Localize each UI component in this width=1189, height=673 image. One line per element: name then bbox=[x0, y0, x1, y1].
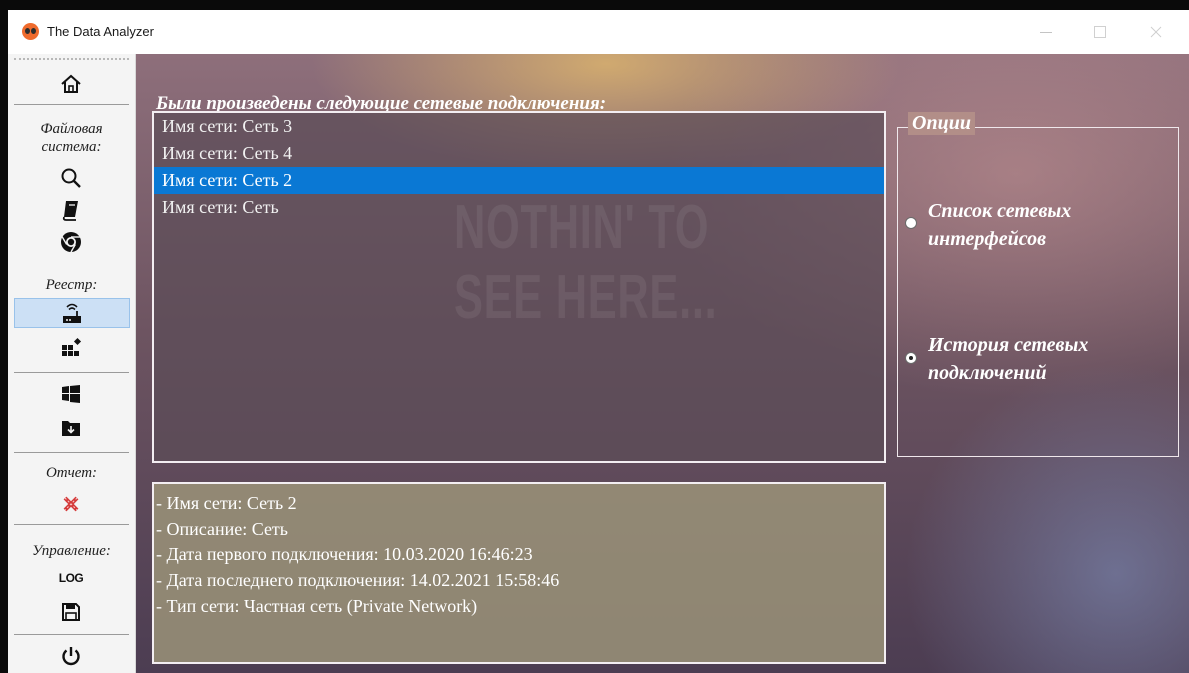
search-button[interactable] bbox=[14, 164, 128, 192]
title-bar: The Data Analyzer bbox=[8, 10, 1189, 54]
save-icon bbox=[62, 603, 80, 621]
network-button[interactable] bbox=[14, 298, 130, 328]
section-label-filesystem-line1: Файловая bbox=[40, 121, 103, 137]
book-icon bbox=[62, 201, 78, 221]
section-label-registry: Реестр: bbox=[45, 277, 98, 293]
close-icon bbox=[1150, 26, 1162, 38]
search-icon bbox=[61, 168, 81, 188]
detail-description: - Описание: Сеть bbox=[156, 519, 289, 539]
close-button[interactable] bbox=[1133, 10, 1179, 54]
router-icon bbox=[63, 303, 81, 323]
report-button[interactable] bbox=[14, 490, 128, 518]
app-logo-icon bbox=[22, 23, 39, 40]
windows-icon bbox=[62, 385, 80, 403]
option-label-line2: подключений bbox=[928, 362, 1047, 384]
sidebar-divider bbox=[14, 372, 129, 373]
watermark-line2: SEE HERE... bbox=[454, 263, 718, 332]
section-label-report: Отчет: bbox=[45, 465, 98, 481]
detail-first-connection: - Дата первого подключения: 10.03.2020 1… bbox=[156, 544, 533, 564]
home-icon bbox=[61, 74, 81, 93]
connections-list[interactable]: NOTHIN' TO SEE HERE... Имя сети: Сеть 3 … bbox=[152, 111, 886, 463]
list-item[interactable]: Имя сети: Сеть bbox=[154, 194, 884, 221]
sidebar-divider bbox=[14, 634, 129, 635]
option-label-line2: интерфейсов bbox=[928, 228, 1047, 250]
minimize-button[interactable] bbox=[1023, 10, 1069, 54]
report-delete-icon bbox=[63, 496, 79, 512]
sidebar-divider bbox=[14, 452, 129, 453]
option-label-line1: История сетевых bbox=[928, 334, 1089, 356]
section-label-management: Управление: bbox=[32, 543, 111, 559]
details-panel: - Имя сети: Сеть 2 - Описание: Сеть - Да… bbox=[152, 482, 886, 664]
option-connection-history-label[interactable]: История сетевых подключений bbox=[928, 331, 1168, 387]
sidebar-divider bbox=[14, 104, 129, 105]
power-button[interactable] bbox=[14, 642, 128, 670]
book-button[interactable] bbox=[14, 196, 128, 224]
home-button[interactable] bbox=[14, 70, 128, 98]
window-title: The Data Analyzer bbox=[47, 24, 154, 39]
list-item-selected[interactable]: Имя сети: Сеть 2 bbox=[154, 167, 884, 194]
main-panel: Были произведены следующие сетевые подкл… bbox=[136, 54, 1189, 673]
option-label-line1: Список сетевых bbox=[928, 200, 1072, 222]
power-icon bbox=[62, 647, 80, 666]
options-group: Опции Список сетевых интерфейсов История… bbox=[897, 112, 1179, 457]
apps-button[interactable] bbox=[14, 334, 128, 362]
log-icon: LOG bbox=[58, 571, 84, 585]
detail-last-connection: - Дата последнего подключения: 14.02.202… bbox=[156, 570, 560, 590]
radio-network-interfaces[interactable] bbox=[905, 217, 917, 229]
radio-connection-history[interactable] bbox=[905, 352, 917, 364]
detail-network-name: - Имя сети: Сеть 2 bbox=[156, 493, 297, 513]
folder-download-icon bbox=[62, 421, 80, 436]
chrome-icon bbox=[61, 232, 81, 253]
section-label-filesystem: Файловая система: bbox=[8, 120, 135, 156]
option-network-interfaces-label[interactable]: Список сетевых интерфейсов bbox=[928, 197, 1168, 253]
windows-button[interactable] bbox=[14, 380, 128, 408]
browser-button[interactable] bbox=[14, 228, 128, 256]
sidebar-divider bbox=[14, 524, 129, 525]
options-legend: Опции bbox=[908, 112, 975, 135]
apps-icon bbox=[62, 337, 82, 356]
section-label-filesystem-line2: система: bbox=[41, 139, 102, 155]
sidebar-grip bbox=[14, 58, 129, 60]
app-window: The Data Analyzer Файловая система: Реес… bbox=[8, 10, 1189, 673]
sidebar: Файловая система: Реестр: Отчет: Управле… bbox=[8, 54, 136, 673]
list-item[interactable]: Имя сети: Сеть 3 bbox=[154, 113, 884, 140]
maximize-button[interactable] bbox=[1077, 10, 1123, 54]
log-button[interactable]: LOG bbox=[14, 564, 128, 592]
detail-network-type: - Тип сети: Частная сеть (Private Networ… bbox=[156, 596, 478, 616]
save-button[interactable] bbox=[14, 598, 128, 626]
list-item[interactable]: Имя сети: Сеть 4 bbox=[154, 140, 884, 167]
folder-download-button[interactable] bbox=[14, 414, 128, 442]
